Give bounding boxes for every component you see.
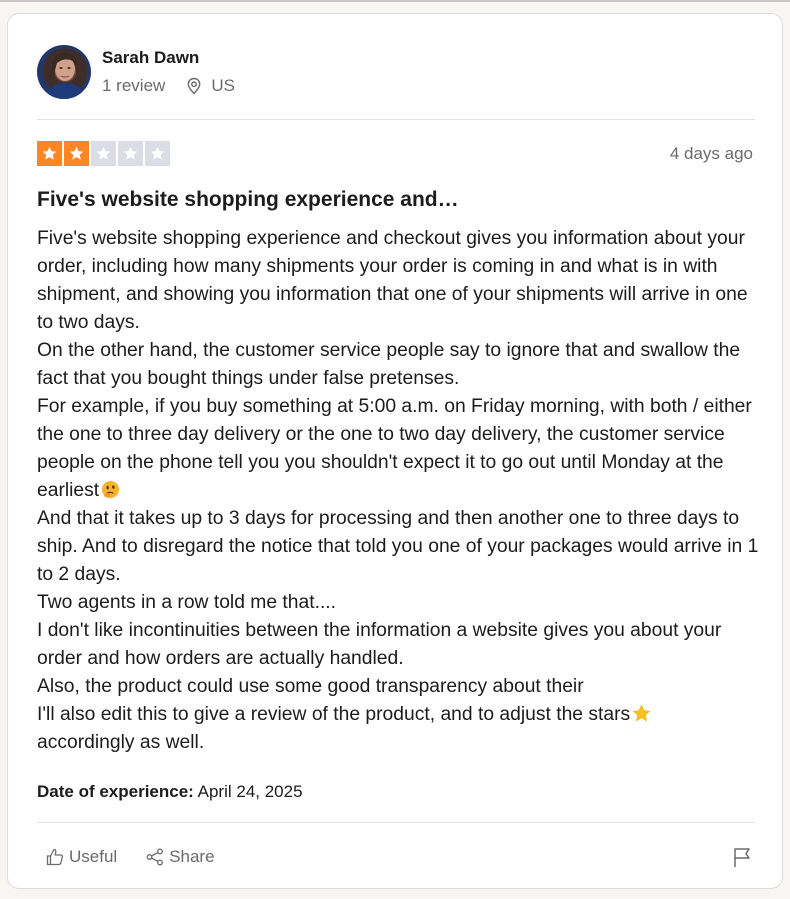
avatar[interactable] bbox=[37, 45, 91, 99]
review-paragraph-end: accordingly as well. bbox=[37, 732, 205, 753]
share-label: Share bbox=[169, 847, 215, 866]
star-filled-icon bbox=[37, 141, 62, 166]
star-empty-icon bbox=[145, 141, 170, 166]
useful-button[interactable]: Useful bbox=[45, 847, 117, 867]
review-actions: Useful Share bbox=[45, 847, 215, 867]
location-pin-icon bbox=[187, 77, 201, 95]
share-icon bbox=[146, 848, 164, 866]
star-empty-icon bbox=[118, 141, 143, 166]
useful-label: Useful bbox=[69, 847, 118, 866]
review-paragraph: Five's website shopping experience and c… bbox=[37, 228, 748, 333]
review-paragraph: I don't like incontinuities between the … bbox=[37, 620, 722, 669]
review-paragraph: And that it takes up to 3 days for proce… bbox=[37, 508, 759, 585]
review-paragraph: Two agents in a row told me that.... bbox=[37, 592, 337, 613]
star-filled-icon bbox=[64, 141, 89, 166]
top-border bbox=[0, 0, 790, 2]
review-card: Sarah Dawn 1 review US 4 days ago Five's… bbox=[7, 13, 783, 889]
review-paragraph: Also, the product could use some good tr… bbox=[37, 676, 584, 697]
reviewer-name[interactable]: Sarah Dawn bbox=[102, 48, 199, 68]
review-count: 1 review bbox=[102, 76, 166, 95]
star-emoji-icon bbox=[632, 704, 651, 722]
reviewer-meta: 1 review US bbox=[102, 76, 235, 96]
date-of-experience: Date of experience: April 24, 2025 bbox=[37, 782, 303, 802]
avatar-image bbox=[45, 52, 85, 99]
review-paragraph: On the other hand, the customer service … bbox=[37, 340, 741, 389]
thinking-face-emoji-icon bbox=[102, 480, 120, 499]
star-empty-icon bbox=[91, 141, 116, 166]
reviewer-country: US bbox=[211, 76, 235, 95]
star-rating bbox=[37, 141, 170, 166]
review-title[interactable]: Five's website shopping experience and… bbox=[37, 188, 459, 212]
share-button[interactable]: Share bbox=[145, 847, 215, 867]
review-body: Five's website shopping experience and c… bbox=[37, 225, 762, 757]
date-of-experience-value: April 24, 2025 bbox=[197, 782, 303, 801]
review-paragraph-text: I'll also edit this to give a review of … bbox=[37, 704, 631, 725]
date-of-experience-label: Date of experience: bbox=[37, 782, 194, 801]
review-paragraph-text: For example, if you buy something at 5:0… bbox=[37, 396, 752, 501]
review-date: 4 days ago bbox=[669, 144, 753, 163]
divider bbox=[37, 822, 755, 823]
review-paragraph: I'll also edit this to give a review of … bbox=[37, 701, 762, 757]
thumbs-up-icon bbox=[46, 848, 64, 866]
report-flag-icon[interactable] bbox=[731, 846, 753, 868]
divider bbox=[37, 119, 755, 120]
review-paragraph: For example, if you buy something at 5:0… bbox=[37, 393, 762, 505]
